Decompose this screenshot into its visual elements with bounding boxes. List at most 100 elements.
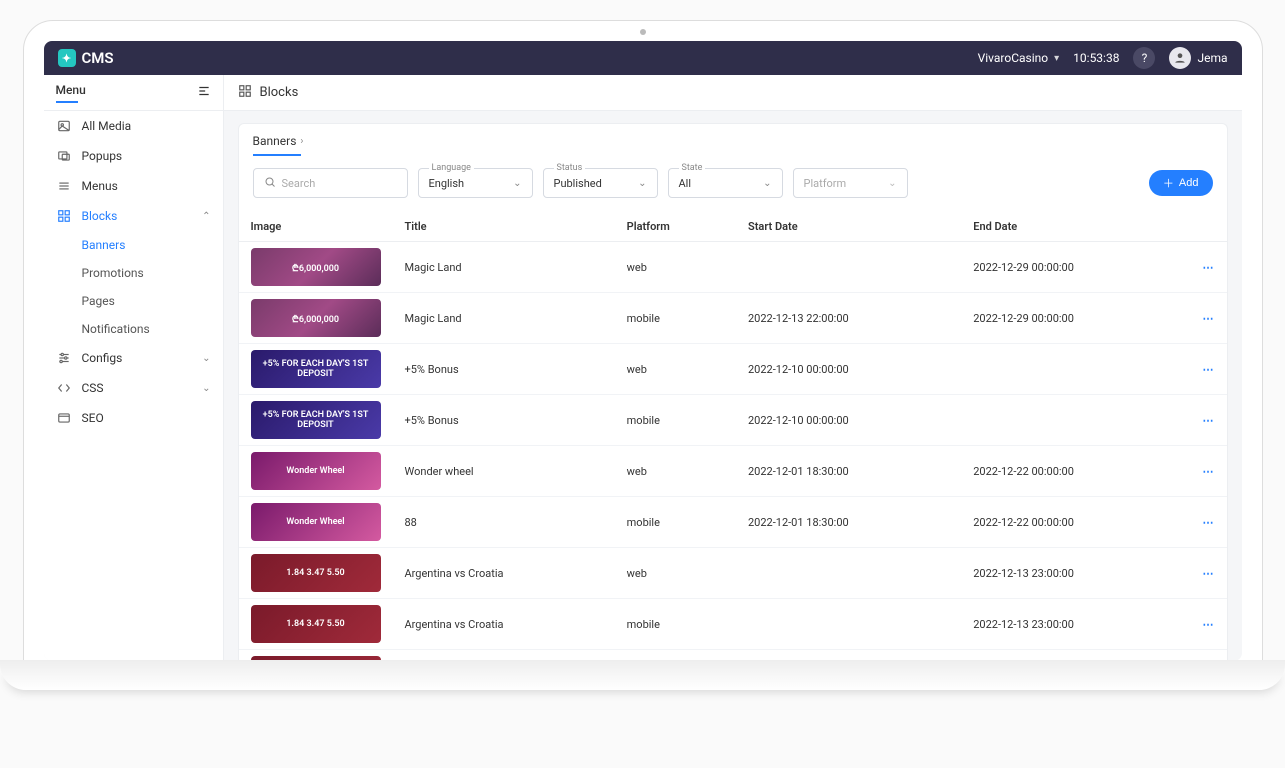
workspace-selector[interactable]: VivaroCasino ▾	[978, 51, 1060, 65]
sidebar-item-label: Popups	[82, 149, 123, 163]
chevron-down-icon: ⌄	[513, 178, 521, 189]
state-select[interactable]: State All ⌄	[668, 168, 783, 198]
sidebar-item-label: Menus	[82, 179, 118, 193]
sidebar-item-popups[interactable]: Popups	[44, 141, 223, 171]
sidebar-sub-pages[interactable]: Pages	[44, 287, 223, 315]
sidebar-item-configs[interactable]: Configs ⌄	[44, 343, 223, 373]
sidebar-item-label: CSS	[82, 381, 104, 395]
code-icon	[56, 380, 72, 396]
sidebar-sub-banners[interactable]: Banners	[44, 231, 223, 259]
cell-start-date	[736, 548, 961, 599]
laptop-base	[0, 660, 1285, 690]
row-actions-icon[interactable]: ⋯	[1203, 618, 1215, 631]
cell-title: Wonder wheel	[393, 446, 615, 497]
sidebar-sub-notifications[interactable]: Notifications	[44, 315, 223, 343]
sidebar-title: Menu	[56, 83, 86, 97]
cell-platform: web	[615, 446, 736, 497]
row-actions-icon[interactable]: ⋯	[1203, 414, 1215, 427]
table-row[interactable]: 1.84 3.47 5.50Argentina vs Croatiamobile…	[239, 599, 1227, 650]
sidebar-item-css[interactable]: CSS ⌄	[44, 373, 223, 403]
chevron-right-icon: ›	[300, 136, 303, 147]
sidebar-sub-promotions[interactable]: Promotions	[44, 259, 223, 287]
breadcrumb-item[interactable]: Banners	[253, 134, 297, 148]
page-title: Blocks	[260, 85, 299, 100]
state-label: State	[679, 163, 706, 173]
brand-label: CMS	[82, 49, 114, 67]
cell-platform: mobile	[615, 599, 736, 650]
sidebar-collapse-icon[interactable]	[197, 84, 211, 102]
row-actions-icon[interactable]: ⋯	[1203, 567, 1215, 580]
brand: ✦ CMS	[58, 49, 114, 67]
banner-thumbnail: +5% FOR EACH DAY'S 1ST DEPOSIT	[251, 401, 381, 439]
cell-title: 88	[393, 497, 615, 548]
platform-placeholder: Platform	[804, 177, 847, 190]
banner-thumbnail: 1.84 3.47 5.50	[251, 554, 381, 592]
filters-row: Search Language English ⌄ Status Publish…	[239, 156, 1227, 212]
sidebar-item-all-media[interactable]: All Media	[44, 111, 223, 141]
search-input[interactable]: Search	[253, 168, 408, 198]
sidebar-item-label: All Media	[82, 119, 132, 133]
cell-title: +5% Bonus	[393, 395, 615, 446]
breadcrumb: Banners ›	[239, 124, 1227, 156]
banner-thumbnail: +5% FOR EACH DAY'S 1ST DEPOSIT	[251, 350, 381, 388]
add-button[interactable]: ＋ Add	[1149, 170, 1213, 196]
user-menu[interactable]: Jema	[1169, 47, 1227, 69]
cell-start-date: 2022-12-10 00:00:00	[736, 344, 961, 395]
search-icon	[264, 176, 276, 191]
plus-icon: ＋	[1163, 175, 1174, 191]
cell-title: Magic Land	[393, 242, 615, 293]
banner-thumbnail: Wonder Wheel	[251, 503, 381, 541]
cell-start-date: 2022-12-01 18:30:00	[736, 446, 961, 497]
col-header-end[interactable]: End Date	[961, 212, 1186, 242]
status-select[interactable]: Status Published ⌄	[543, 168, 658, 198]
user-name: Jema	[1197, 51, 1227, 65]
page-header: Blocks	[224, 75, 1242, 111]
row-actions-icon[interactable]: ⋯	[1203, 312, 1215, 325]
col-header-image[interactable]: Image	[239, 212, 393, 242]
banners-table: Image Title Platform Start Date End Date…	[239, 212, 1227, 661]
status-value: Published	[554, 177, 602, 190]
cell-title: Argentina vs Croatia	[393, 599, 615, 650]
topbar: ✦ CMS VivaroCasino ▾ 10:53:38 ? Jema	[44, 41, 1242, 75]
cell-end-date: 2022-12-22 00:00:00	[961, 446, 1186, 497]
sidebar-item-menus[interactable]: Menus	[44, 171, 223, 201]
camera-dot	[640, 29, 646, 35]
avatar-icon	[1169, 47, 1191, 69]
chevron-down-icon: ⌄	[638, 178, 646, 189]
clock: 10:53:38	[1073, 51, 1119, 65]
row-actions-icon[interactable]: ⋯	[1203, 261, 1215, 274]
sidebar-sub-label: Banners	[82, 238, 126, 252]
banner-thumbnail: ₾6,000,000	[251, 299, 381, 337]
row-actions-icon[interactable]: ⋯	[1203, 363, 1215, 376]
menu-icon	[56, 178, 72, 194]
sidebar-item-label: Blocks	[82, 209, 118, 223]
table-row[interactable]: +5% FOR EACH DAY'S 1ST DEPOSIT+5% Bonusm…	[239, 395, 1227, 446]
help-icon[interactable]: ?	[1133, 47, 1155, 69]
search-placeholder: Search	[282, 177, 316, 190]
table-row[interactable]: 1.84 3.47 5.50Argentina vs Croatiaweb202…	[239, 548, 1227, 599]
table-row[interactable]: ₾6,000,000Magic Landmobile2022-12-13 22:…	[239, 293, 1227, 344]
sidebar-header: Menu	[44, 75, 223, 111]
col-header-start[interactable]: Start Date	[736, 212, 961, 242]
table-row[interactable]: Wonder Wheel88mobile2022-12-01 18:30:002…	[239, 497, 1227, 548]
language-select[interactable]: Language English ⌄	[418, 168, 533, 198]
state-value: All	[679, 177, 692, 190]
table-row[interactable]: Wonder WheelWonder wheelweb2022-12-01 18…	[239, 446, 1227, 497]
row-actions-icon[interactable]: ⋯	[1203, 516, 1215, 529]
cell-platform: mobile	[615, 497, 736, 548]
sidebar-item-seo[interactable]: SEO	[44, 403, 223, 433]
cell-start-date: 2022-12-10 00:00:00	[736, 395, 961, 446]
col-header-title[interactable]: Title	[393, 212, 615, 242]
table-row[interactable]: ₾6,000,000Magic Landweb2022-12-29 00:00:…	[239, 242, 1227, 293]
cell-end-date: 2022-12-29 00:00:00	[961, 242, 1186, 293]
sidebar-item-blocks[interactable]: Blocks ⌃	[44, 201, 223, 231]
table-row[interactable]: +5% FOR EACH DAY'S 1ST DEPOSIT+5% Bonusw…	[239, 344, 1227, 395]
screen: ✦ CMS VivaroCasino ▾ 10:53:38 ? Jema	[44, 41, 1242, 661]
row-actions-icon[interactable]: ⋯	[1203, 465, 1215, 478]
col-header-platform[interactable]: Platform	[615, 212, 736, 242]
chevron-up-icon: ⌃	[202, 211, 210, 222]
platform-select[interactable]: Platform ⌄	[793, 168, 908, 198]
cell-end-date: 2022-12-22 00:00:00	[961, 497, 1186, 548]
cell-platform: web	[615, 344, 736, 395]
cell-end-date: 2022-12-13 23:00:00	[961, 548, 1186, 599]
